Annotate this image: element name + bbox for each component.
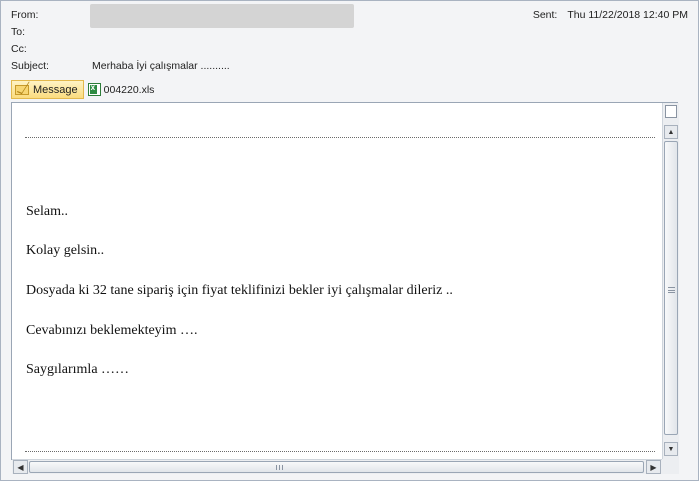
- email-reading-pane: From: To: Cc: Subject: Merhaba İyi çalış…: [0, 0, 699, 481]
- sent-value: Thu 11/22/2018 12:40 PM: [567, 9, 688, 21]
- sent-row: Sent: Thu 11/22/2018 12:40 PM: [533, 9, 688, 22]
- dotted-separator-top: [25, 137, 655, 138]
- vertical-scrollbar[interactable]: ▲ ▼: [662, 103, 679, 459]
- subject-row: Subject: Merhaba İyi çalışmalar ........…: [11, 60, 411, 73]
- grip-icon: [668, 287, 675, 293]
- from-value-redacted: [90, 4, 354, 28]
- to-label: To:: [11, 26, 26, 38]
- envelope-icon: [15, 84, 29, 95]
- attachment-bar: Message 004220.xls: [11, 80, 158, 99]
- message-body[interactable]: Selam.. Kolay gelsin.. Dosyada ki 32 tan…: [11, 102, 678, 460]
- message-tab-label: Message: [33, 83, 78, 96]
- sent-label: Sent:: [532, 9, 558, 21]
- attachment-xls[interactable]: 004220.xls: [84, 80, 159, 99]
- scroll-left-button[interactable]: ◀: [13, 460, 28, 474]
- attachment-file-name: 004220.xls: [103, 83, 155, 96]
- cc-label: Cc:: [11, 43, 27, 55]
- horizontal-scroll-thumb[interactable]: [29, 461, 644, 473]
- body-line-wish: Kolay gelsin..: [26, 243, 105, 258]
- horizontal-scrollbar[interactable]: ◀ ▶: [12, 459, 662, 474]
- subject-label: Subject:: [11, 60, 49, 72]
- body-line-await: Cevabınızı beklemekteyim ….: [26, 323, 198, 338]
- from-label: From:: [11, 9, 39, 21]
- dotted-separator-bottom: [25, 451, 655, 452]
- page-view-icon[interactable]: [665, 105, 677, 118]
- scroll-down-button[interactable]: ▼: [664, 442, 678, 456]
- scroll-up-button[interactable]: ▲: [664, 125, 678, 139]
- subject-value: Merhaba İyi çalışmalar ..........: [92, 60, 230, 72]
- body-line-greeting: Selam..: [26, 204, 68, 219]
- grip-icon: [276, 465, 283, 470]
- excel-file-icon: [87, 83, 101, 96]
- scrollbar-corner: [662, 459, 679, 474]
- vertical-scroll-thumb[interactable]: [664, 141, 678, 435]
- message-tab[interactable]: Message: [11, 80, 84, 99]
- scroll-right-button[interactable]: ▶: [646, 460, 661, 474]
- body-line-closing: Saygılarımla ……: [26, 362, 130, 377]
- body-line-request: Dosyada ki 32 tane sipariş için fiyat te…: [26, 283, 453, 298]
